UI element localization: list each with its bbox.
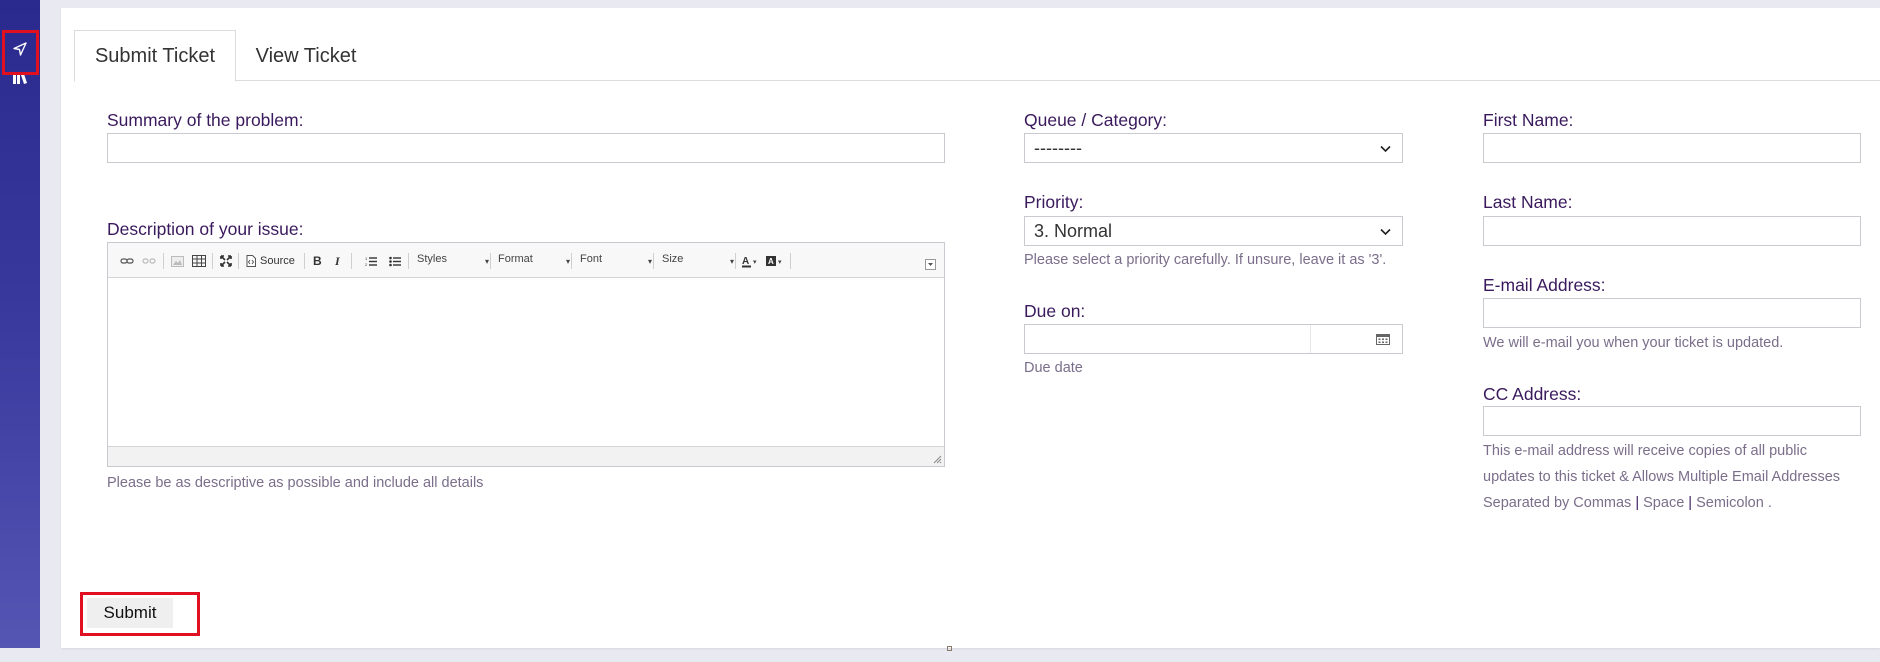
priority-select[interactable]: 3. Normal — [1024, 216, 1403, 246]
cc-help-separator: | — [1635, 495, 1640, 511]
size-dropdown[interactable]: Size ▾ — [662, 253, 734, 269]
cc-help-line: updates to this ticket & Allows Multiple… — [1483, 469, 1841, 485]
queue-label: Queue / Category: — [1024, 110, 1167, 130]
dropdown-arrow-icon: ▾ — [647, 257, 652, 266]
svg-text:▾: ▾ — [753, 259, 757, 266]
size-label: Size — [662, 253, 684, 265]
summary-input[interactable] — [107, 133, 945, 163]
svg-text:A: A — [768, 257, 774, 266]
background-color-icon: A ▾ — [766, 255, 782, 266]
dropdown-arrow-icon: ▾ — [565, 257, 570, 266]
tab-submit-ticket[interactable]: Submit Ticket — [74, 30, 236, 82]
svg-text:1: 1 — [365, 256, 368, 261]
toolbar-separator — [408, 253, 409, 269]
toolbar-separator — [735, 253, 736, 269]
styles-label: Styles — [417, 253, 447, 265]
last-name-input[interactable] — [1483, 216, 1861, 246]
svg-text:A: A — [742, 256, 749, 267]
source-icon — [246, 255, 256, 267]
image-icon[interactable] — [171, 253, 184, 269]
date-input-divider — [1310, 325, 1311, 353]
cc-help-separator: | — [1688, 495, 1693, 511]
tab-bar: Submit Ticket View Ticket — [74, 21, 1880, 82]
table-icon[interactable] — [192, 253, 206, 269]
toolbar-separator — [490, 253, 491, 269]
toolbar-separator — [351, 253, 352, 269]
dropdown-arrow-icon: ▾ — [484, 257, 489, 266]
priority-label: Priority: — [1024, 192, 1084, 212]
source-label: Source — [260, 255, 295, 267]
queue-select[interactable]: -------- — [1024, 133, 1403, 163]
first-name-label: First Name: — [1483, 110, 1574, 130]
font-dropdown[interactable]: Font ▾ — [580, 253, 652, 269]
maximize-icon[interactable] — [220, 253, 232, 269]
cc-help-line: This e-mail address will receive copies … — [1483, 443, 1807, 459]
tab-view-ticket[interactable]: View Ticket — [236, 30, 376, 82]
email-label: E-mail Address: — [1483, 275, 1606, 295]
toolbar-separator — [571, 253, 572, 269]
description-editor[interactable]: Source B I 12 Styles ▾ Format ▾ Font ▾ S… — [107, 242, 945, 467]
email-help: We will e-mail you when your ticket is u… — [1483, 335, 1784, 351]
due-label: Due on: — [1024, 301, 1086, 321]
cc-help-semicolon: Semicolon . — [1696, 495, 1772, 511]
first-name-input[interactable] — [1483, 133, 1861, 163]
cc-label: CC Address: — [1483, 384, 1582, 404]
email-input[interactable] — [1483, 298, 1861, 328]
toolbar-separator — [163, 253, 164, 269]
text-color-icon: A ▾ — [742, 256, 757, 267]
sidebar — [0, 0, 40, 648]
cc-help-space: Space — [1643, 495, 1685, 511]
italic-button[interactable]: I — [335, 253, 340, 269]
bulleted-list-icon[interactable] — [389, 253, 401, 269]
format-dropdown[interactable]: Format ▾ — [498, 253, 570, 269]
sidebar-highlight-box — [2, 30, 39, 75]
resize-marker — [947, 646, 952, 651]
description-label: Description of your issue: — [107, 219, 304, 239]
calendar-icon[interactable] — [1376, 333, 1390, 345]
submit-highlight-box — [80, 592, 200, 636]
queue-value: -------- — [1034, 137, 1082, 158]
format-label: Format — [498, 253, 533, 265]
cc-help-line: Separated by Commas | Space | Semicolon … — [1483, 490, 1873, 516]
cc-help: This e-mail address will receive copies … — [1483, 438, 1873, 516]
collapse-toolbar-icon[interactable] — [925, 256, 936, 272]
svg-text:2: 2 — [365, 262, 368, 267]
resize-handle-icon[interactable] — [933, 455, 942, 464]
link-icon[interactable] — [120, 253, 134, 269]
last-name-label: Last Name: — [1483, 192, 1573, 212]
priority-value: 3. Normal — [1034, 220, 1113, 241]
bold-button[interactable]: B — [313, 253, 322, 269]
background-color-button[interactable]: A ▾ — [765, 253, 785, 269]
toolbar-separator — [238, 253, 239, 269]
toolbar-separator — [212, 253, 213, 269]
description-help: Please be as descriptive as possible and… — [107, 475, 484, 491]
summary-label: Summary of the problem: — [107, 110, 304, 130]
due-date-input[interactable] — [1024, 324, 1403, 354]
styles-dropdown[interactable]: Styles ▾ — [417, 253, 489, 269]
chevron-down-icon — [1380, 145, 1391, 153]
source-button[interactable]: Source — [246, 253, 295, 269]
toolbar-separator — [790, 253, 791, 269]
toolbar-separator — [653, 253, 654, 269]
text-color-button[interactable]: A ▾ — [741, 253, 759, 269]
dropdown-arrow-icon: ▾ — [729, 257, 734, 266]
font-label: Font — [580, 253, 603, 265]
editor-toolbar: Source B I 12 Styles ▾ Format ▾ Font ▾ S… — [108, 243, 944, 278]
toolbar-separator — [304, 253, 305, 269]
chevron-down-icon — [1380, 228, 1391, 236]
unlink-icon[interactable] — [142, 253, 156, 269]
cc-input[interactable] — [1483, 406, 1861, 436]
numbered-list-icon[interactable]: 12 — [365, 253, 377, 269]
priority-help: Please select a priority carefully. If u… — [1024, 252, 1387, 268]
svg-text:▾: ▾ — [778, 259, 782, 266]
cc-help-commas: Separated by Commas — [1483, 495, 1632, 511]
editor-statusbar — [108, 446, 944, 466]
due-help: Due date — [1024, 360, 1083, 376]
